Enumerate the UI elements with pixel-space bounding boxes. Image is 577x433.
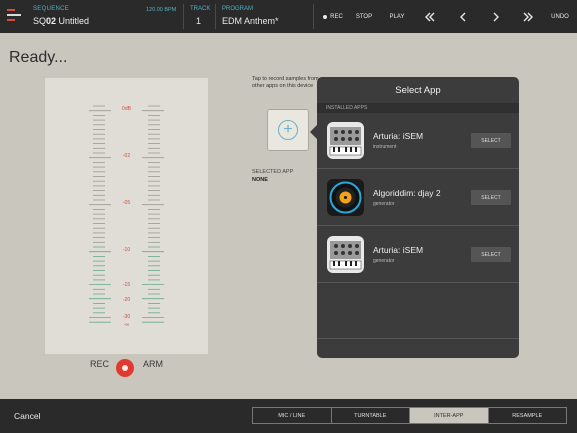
level-meter: 0dB -02 -05 -10 -15 -20 -30 -∞ [45,78,208,354]
status-text: Ready... [9,49,68,66]
sequence-label: SEQUENCE [33,6,70,12]
select-app-button[interactable]: SELECT [471,247,511,262]
selected-app-label: SELECTED APP [252,169,294,175]
plus-icon: + [278,120,298,140]
source-selector: MIC / LINE TURNTABLE INTER-APP RESAMPLE [252,407,567,424]
top-bar: SEQUENCE SQ02 Untitled 120.00 BPM TRACK … [0,0,577,33]
meter-tick-label: 0dB [122,106,132,112]
bottom-bar: Cancel MIC / LINE TURNTABLE INTER-APP RE… [0,399,577,433]
meter-tick-label: -30 [123,314,130,320]
menu-icon[interactable] [7,9,21,23]
app-row[interactable]: Algoriddim: djay 2 generator SELECT [317,170,519,226]
popover-title: Select App [395,84,441,96]
chevron-right-icon [493,12,499,21]
turntable-icon [327,179,364,216]
undo-button[interactable]: UNDO [546,0,574,33]
stop-button-label: STOP [355,13,373,20]
meter-tick-label: -02 [123,153,130,159]
source-resample[interactable]: RESAMPLE [489,408,567,423]
select-app-button[interactable]: SELECT [471,190,511,205]
synth-icon [327,236,364,273]
arm-label: ARM [143,359,163,369]
rec-button[interactable]: REC [318,0,348,33]
meter-tick-label: -20 [123,297,130,303]
selected-app-value: NONE [252,177,268,183]
previous-button[interactable] [446,0,479,33]
installed-apps-header: INSTALLED APPS [317,103,519,113]
divider [183,4,184,29]
play-button-label: PLAY [389,13,405,20]
rec-button-label: REC [330,13,343,20]
double-chevron-left-icon [424,12,434,21]
fast-forward-button[interactable] [511,0,544,33]
level-meter-scale: 0dB -02 -05 -10 -15 -20 -30 -∞ [89,105,164,328]
instructions-line-2: other apps on this device [252,83,314,89]
cancel-button[interactable]: Cancel [14,411,40,421]
double-chevron-right-icon [523,12,533,21]
source-turntable[interactable]: TURNTABLE [332,408,410,423]
track-value[interactable]: 1 [196,16,201,26]
divider [313,4,314,29]
program-label: PROGRAM [222,6,254,12]
instructions-line-1: Tap to record samples from [252,76,319,82]
track-label: TRACK [190,6,211,12]
add-app-button[interactable]: + [267,109,309,151]
empty-list-row [317,283,519,339]
sequence-name[interactable]: SQ02 Untitled [33,16,89,26]
app-type: instrument [373,144,397,150]
app-row[interactable]: Arturia: iSEM generator SELECT [317,227,519,283]
meter-tick-label: -10 [123,247,130,253]
meter-tick-label: -∞ [124,322,130,328]
record-arm-button[interactable] [116,359,134,377]
meter-tick-label: -15 [123,282,130,288]
record-dot-icon [323,14,328,19]
app-type: generator [373,201,395,207]
undo-button-label: UNDO [551,13,569,20]
app-name: Arturia: iSEM [373,131,424,141]
divider [215,4,216,29]
rewind-button[interactable] [413,0,446,33]
tempo-display[interactable]: 120.00 BPM [146,7,176,13]
sequence-title: Untitled [58,16,90,26]
stop-button[interactable]: STOP [350,0,378,33]
app-name: Arturia: iSEM [373,245,424,255]
program-value[interactable]: EDM Anthem* [222,16,279,26]
select-app-popover: Select App INSTALLED APPS Arturia: iSEM … [317,77,519,358]
sequence-number: 02 [46,16,57,26]
chevron-left-icon [459,12,465,21]
rec-label: REC [90,359,110,369]
sequence-prefix: SQ [33,16,47,26]
meter-tick-label: -05 [123,200,130,206]
synth-icon [327,122,364,159]
select-app-button[interactable]: SELECT [471,133,511,148]
source-mic-line[interactable]: MIC / LINE [253,408,332,423]
app-name: Algoriddim: djay 2 [373,188,441,198]
next-button[interactable] [479,0,512,33]
source-inter-app[interactable]: INTER-APP [410,408,489,423]
app-row[interactable]: Arturia: iSEM instrument SELECT [317,113,519,169]
app-type: generator [373,258,395,264]
play-button[interactable]: PLAY [383,0,411,33]
inter-app-instructions: Tap to record samples from other apps on… [252,76,322,90]
